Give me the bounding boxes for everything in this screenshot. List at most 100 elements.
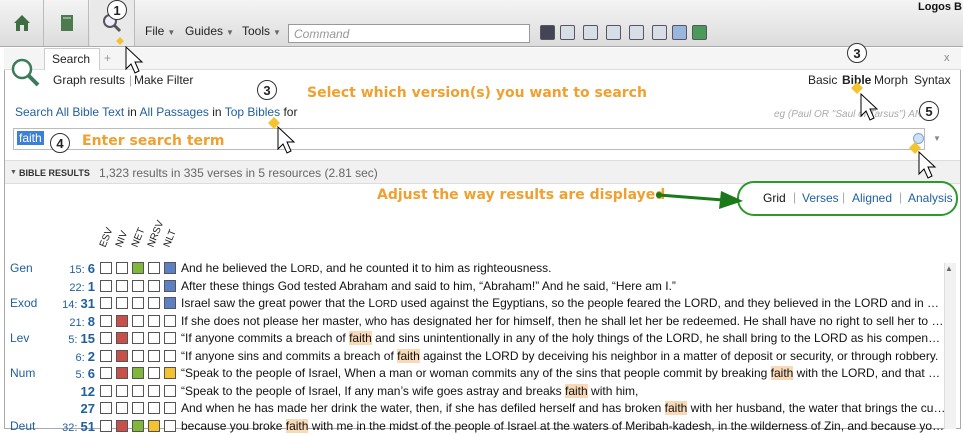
verse-reference[interactable]: 5: 6	[57, 366, 95, 381]
verse-reference[interactable]: 6: 2	[57, 349, 95, 364]
add-tab-button[interactable]: +	[104, 51, 111, 65]
version-hit-cell[interactable]	[100, 419, 112, 432]
version-hit-cell[interactable]	[116, 279, 128, 292]
verse-text[interactable]: “Speak to the people of Israel, If any m…	[181, 383, 946, 398]
version-hit-cell[interactable]	[132, 297, 144, 309]
close-icon[interactable]: x	[944, 52, 950, 64]
version-hit-cell[interactable]	[132, 349, 144, 362]
version-hit-cell[interactable]	[164, 384, 176, 397]
layout-icon[interactable]	[560, 25, 575, 40]
version-hit-cell[interactable]	[116, 262, 128, 274]
table-row[interactable]: Num 5: 6 “Speak to the people of Israel, W…	[5, 365, 950, 382]
table-row[interactable]: Lev 5: 15 “If anyone commits a breach of f…	[5, 330, 950, 347]
version-hit-cell[interactable]	[116, 349, 128, 362]
search-scope-link[interactable]: Search All Bible Text	[15, 105, 124, 119]
version-hit-cell[interactable]	[132, 332, 144, 344]
version-hit-cell[interactable]	[116, 402, 128, 414]
verse-text[interactable]: And he believed the LORD, and he counted…	[181, 261, 946, 275]
version-hit-cell[interactable]	[100, 332, 112, 344]
verse-text[interactable]: “If anyone sins and commits a breach of …	[181, 348, 946, 363]
version-hit-cell[interactable]	[116, 419, 128, 432]
version-hit-cell[interactable]	[148, 279, 160, 292]
passages-link[interactable]: All Passages	[140, 105, 209, 119]
version-hit-cell[interactable]	[148, 419, 160, 432]
flame-icon[interactable]	[692, 25, 707, 40]
table-row[interactable]: 22: 1 After these things God tested Abra…	[5, 278, 950, 295]
version-hit-cell[interactable]	[148, 367, 160, 379]
version-hit-cell[interactable]	[132, 314, 144, 327]
view-grid[interactable]: Grid	[763, 191, 786, 205]
search-term[interactable]: faith	[17, 131, 44, 145]
layout-icon[interactable]	[606, 25, 621, 40]
verse-reference[interactable]: 5: 15	[57, 331, 95, 346]
table-row[interactable]: 6: 2 “If anyone sins and commits a breach…	[5, 348, 950, 365]
version-hit-cell[interactable]	[116, 297, 128, 309]
version-hit-cell[interactable]	[148, 384, 160, 397]
view-verses[interactable]: Verses	[802, 191, 839, 205]
table-row[interactable]: 27 And when he has made her drink the wat…	[5, 400, 950, 417]
version-hit-cell[interactable]	[164, 314, 176, 327]
home-button[interactable]	[0, 0, 44, 46]
tools-menu[interactable]: Tools ▼	[242, 24, 281, 38]
console-icon[interactable]	[540, 25, 555, 40]
layout-icon[interactable]	[583, 25, 598, 40]
version-hit-cell[interactable]	[100, 279, 112, 292]
book-name[interactable]: Gen	[10, 261, 33, 275]
collapse-icon[interactable]: ▼	[10, 169, 17, 176]
verse-reference[interactable]: 14: 31	[57, 296, 95, 311]
version-hit-cell[interactable]	[116, 367, 128, 379]
table-row[interactable]: 12 “Speak to the people of Israel, If any…	[5, 383, 950, 400]
version-hit-cell[interactable]	[132, 279, 144, 292]
verse-text[interactable]: Israel saw the great power that the LORD…	[181, 296, 946, 310]
view-analysis[interactable]: Analysis	[908, 191, 953, 205]
version-hit-cell[interactable]	[100, 262, 112, 274]
verse-text[interactable]: because you broke faith with me in the m…	[181, 418, 946, 433]
version-hit-cell[interactable]	[100, 402, 112, 414]
book-name[interactable]: Deut	[10, 419, 35, 433]
verse-text[interactable]: “Speak to the people of Israel, When a m…	[181, 366, 946, 380]
tab-search[interactable]: Search	[44, 48, 100, 70]
command-input[interactable]: Command	[288, 24, 530, 43]
version-hit-cell[interactable]	[100, 367, 112, 379]
version-hit-cell[interactable]	[164, 279, 176, 292]
cloud-icon[interactable]	[672, 25, 687, 40]
verse-reference[interactable]: 27	[57, 401, 95, 416]
verse-text[interactable]: And when he has made her drink the water…	[181, 401, 946, 415]
guides-menu[interactable]: Guides ▼	[185, 24, 234, 38]
view-aligned[interactable]: Aligned	[852, 191, 892, 205]
table-row[interactable]: Gen 15: 6 And he believed the LORD, and he…	[5, 260, 950, 277]
version-hit-cell[interactable]	[148, 402, 160, 414]
version-hit-cell[interactable]	[164, 262, 176, 274]
verse-reference[interactable]: 22: 1	[57, 279, 95, 294]
table-row[interactable]: Deut 32: 51 because you broke faith with m…	[5, 418, 950, 435]
version-hit-cell[interactable]	[100, 314, 112, 327]
version-hit-cell[interactable]	[148, 349, 160, 362]
version-hit-cell[interactable]	[164, 367, 176, 379]
verse-text[interactable]: “If anyone commits a breach of faith and…	[181, 331, 946, 345]
layout-icon[interactable]	[652, 25, 667, 40]
version-hit-cell[interactable]	[132, 262, 144, 274]
book-name[interactable]: Lev	[10, 331, 29, 345]
verse-reference[interactable]: 21: 8	[57, 314, 95, 329]
version-hit-cell[interactable]	[148, 262, 160, 274]
verse-text[interactable]: If she does not please her master, who h…	[181, 314, 946, 328]
version-hit-cell[interactable]	[100, 349, 112, 362]
version-hit-cell[interactable]	[148, 297, 160, 309]
verse-reference[interactable]: 15: 6	[57, 261, 95, 276]
verse-reference[interactable]: 12	[57, 384, 95, 399]
scroll-up-icon[interactable]: ▲	[945, 264, 953, 273]
mode-syntax[interactable]: Syntax	[914, 73, 951, 87]
version-hit-cell[interactable]	[132, 384, 144, 397]
version-hit-cell[interactable]	[164, 349, 176, 362]
table-row[interactable]: Exod 14: 31 Israel saw the great power tha…	[5, 295, 950, 312]
book-name[interactable]: Exod	[10, 296, 37, 310]
version-hit-cell[interactable]	[164, 402, 176, 414]
version-hit-cell[interactable]	[164, 332, 176, 344]
library-button[interactable]	[45, 0, 89, 46]
layout-icon[interactable]	[629, 25, 644, 40]
table-row[interactable]: 21: 8 If she does not please her master, …	[5, 313, 950, 330]
file-menu[interactable]: File ▼	[145, 24, 175, 38]
version-hit-cell[interactable]	[100, 297, 112, 309]
panel-search-button[interactable]	[6, 52, 44, 92]
version-hit-cell[interactable]	[116, 314, 128, 327]
